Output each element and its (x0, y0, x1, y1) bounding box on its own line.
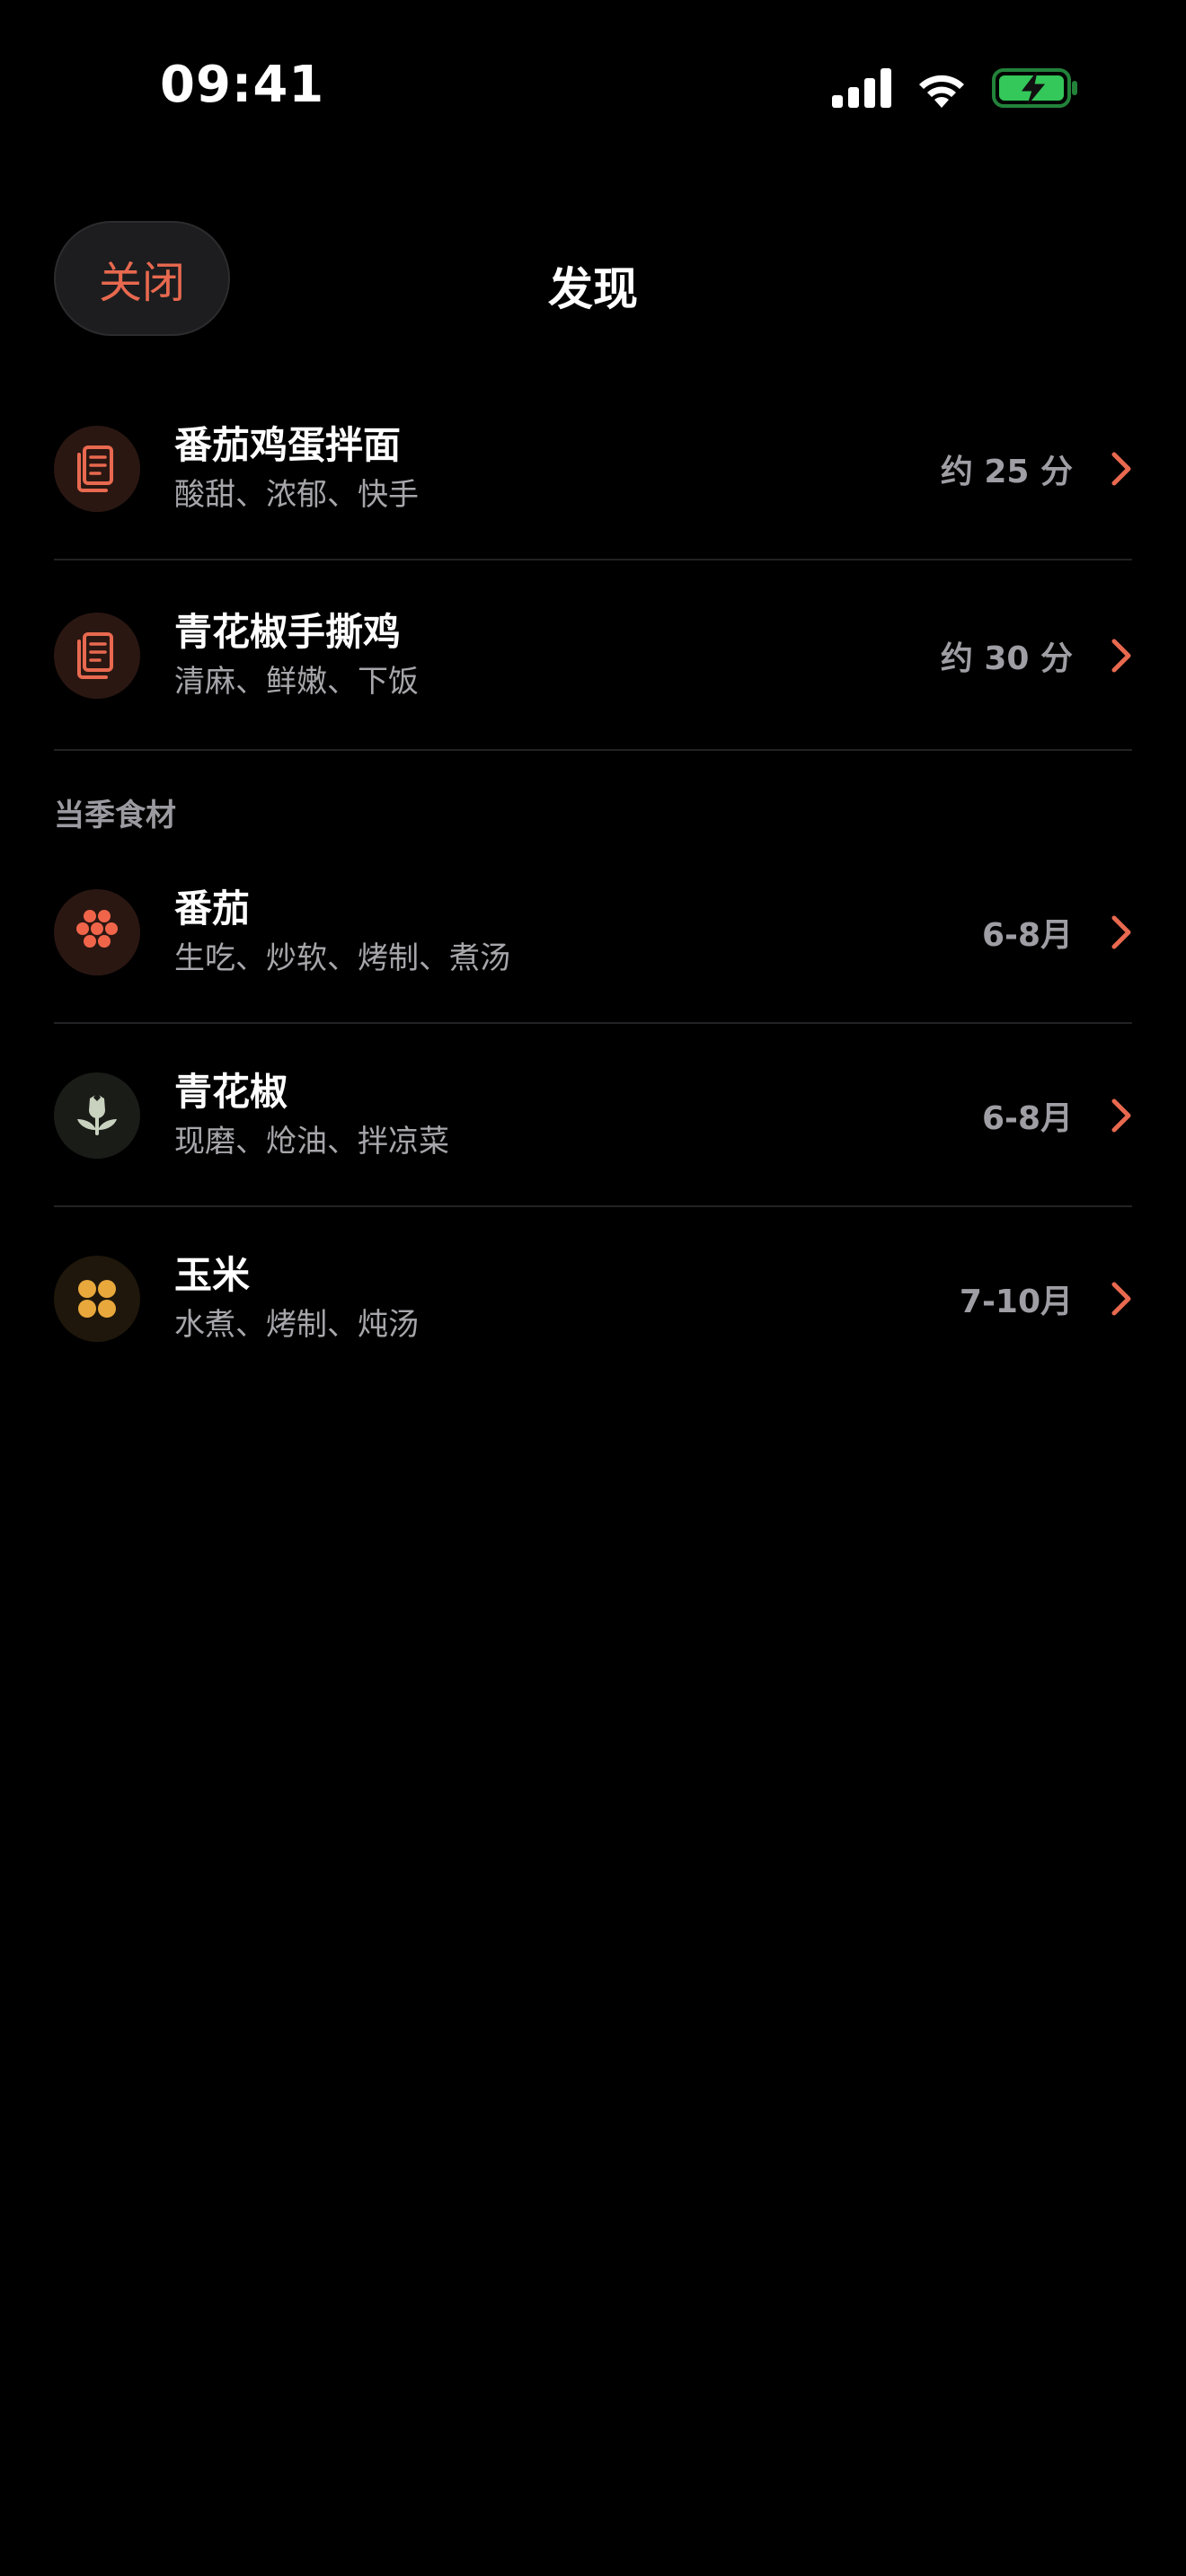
status-time: 09:41 (160, 56, 325, 114)
recipe-list: 番茄鸡蛋拌面 酸甜、浓郁、快手 约 25 分 青花椒手撕鸡 清麻、鲜嫩、下饭 约… (54, 377, 1132, 751)
list-item-recipe[interactable]: 番茄鸡蛋拌面 酸甜、浓郁、快手 约 25 分 (54, 377, 1132, 560)
section-header: 当季食材 (54, 798, 176, 834)
recipe-document-icon (54, 613, 140, 699)
status-bar: 09:41 (0, 0, 1186, 171)
recipe-document-icon (54, 426, 140, 512)
item-title: 番茄鸡蛋拌面 (174, 423, 402, 467)
sprout-icon (54, 1072, 140, 1159)
chevron-right-icon (1111, 914, 1132, 950)
item-season: 6-8月 (981, 1100, 1073, 1137)
list-item-ingredient[interactable]: 玉米 水煮、烤制、炖汤 7-10月 (54, 1207, 1132, 1390)
nav-bar: 关闭 发现 (0, 216, 1186, 341)
battery-charging-icon (992, 68, 1077, 108)
item-subtitle: 水煮、烤制、炖汤 (174, 1307, 419, 1343)
item-title: 玉米 (174, 1253, 251, 1297)
list-item-ingredient[interactable]: 番茄 生吃、炒软、烤制、煮汤 6-8月 (54, 841, 1132, 1024)
ingredient-list: 番茄 生吃、炒软、烤制、煮汤 6-8月 青花椒 现磨、炝油、拌凉菜 6-8月 玉… (54, 841, 1132, 1390)
chevron-right-icon (1111, 1281, 1132, 1317)
item-title: 青花椒 (174, 1070, 288, 1114)
item-title: 青花椒手撕鸡 (174, 610, 402, 654)
item-duration: 约 30 分 (940, 640, 1073, 677)
chevron-right-icon (1111, 1098, 1132, 1134)
corn-kernels-icon (54, 1256, 140, 1342)
chevron-right-icon (1111, 451, 1132, 487)
item-season: 7-10月 (959, 1284, 1073, 1320)
wifi-icon (919, 75, 964, 108)
item-subtitle: 现磨、炝油、拌凉菜 (174, 1124, 449, 1160)
chevron-right-icon (1111, 638, 1132, 674)
item-subtitle: 生吃、炒软、烤制、煮汤 (174, 940, 510, 976)
tomato-cluster-icon (54, 889, 140, 975)
list-item-ingredient[interactable]: 青花椒 现磨、炝油、拌凉菜 6-8月 (54, 1024, 1132, 1207)
page-title: 发现 (548, 263, 638, 315)
item-subtitle: 清麻、鲜嫩、下饭 (174, 664, 419, 700)
list-item-recipe[interactable]: 青花椒手撕鸡 清麻、鲜嫩、下饭 约 30 分 (54, 560, 1132, 751)
item-subtitle: 酸甜、浓郁、快手 (174, 477, 419, 513)
item-season: 6-8月 (981, 917, 1073, 954)
status-icons (832, 63, 1078, 113)
item-title: 番茄 (174, 887, 251, 931)
item-duration: 约 25 分 (940, 454, 1073, 490)
cellular-signal-icon (832, 68, 891, 108)
